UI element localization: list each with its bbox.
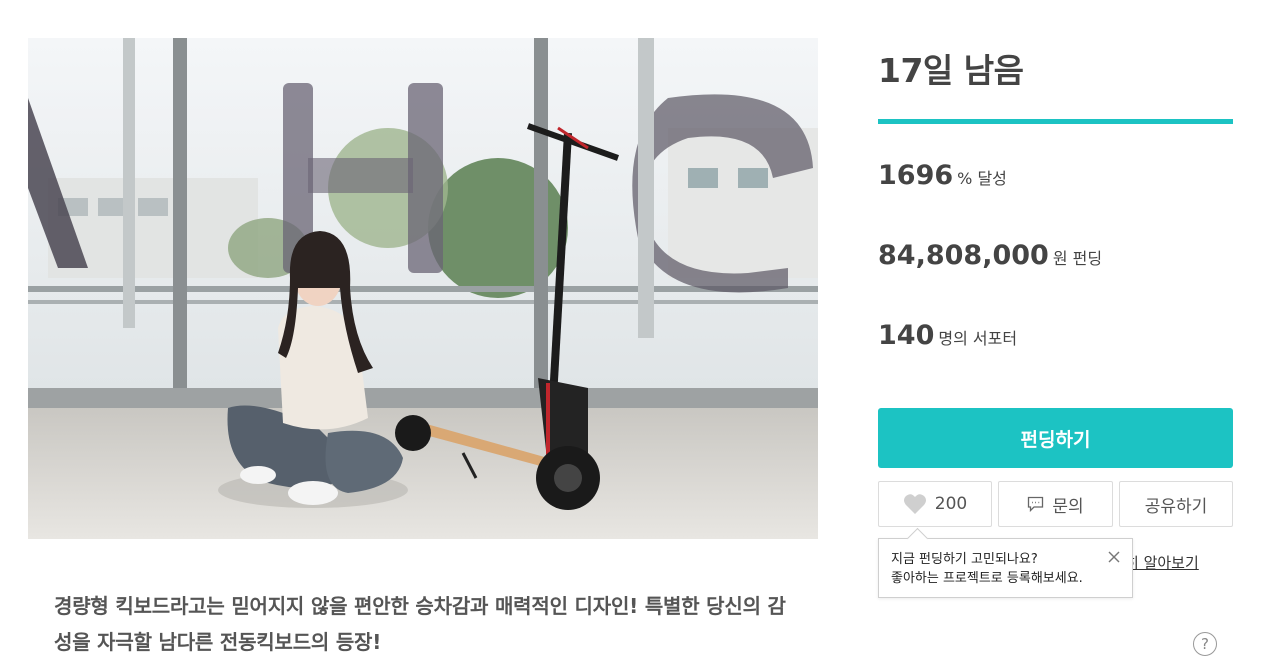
supporter-count-unit: 명의 서포터 <box>938 329 1018 348</box>
inquiry-button[interactable]: 문의 <box>998 481 1113 527</box>
tooltip-line-2: 좋아하는 프로젝트로 등록해보세요. <box>891 571 1083 586</box>
achievement-rate-value: 1696 <box>878 160 954 191</box>
close-icon[interactable] <box>1106 549 1122 565</box>
achievement-rate: 1696% 달성 <box>878 160 1007 191</box>
funding-amount-unit: 원 펀딩 <box>1052 249 1103 268</box>
share-button[interactable]: 공유하기 <box>1119 481 1233 527</box>
heart-icon <box>903 494 926 514</box>
inquiry-label: 문의 <box>1052 496 1084 517</box>
learn-more-link[interactable]: 히 알아보기 <box>1125 552 1199 573</box>
tooltip-line-1: 지금 펀딩하기 고민되나요? <box>891 552 1038 567</box>
fund-button[interactable]: 펀딩하기 <box>878 408 1233 468</box>
kickboard-scene-illustration <box>28 38 818 539</box>
supporter-count-value: 140 <box>878 320 935 351</box>
funding-progress-bar <box>878 119 1233 124</box>
help-icon[interactable]: ? <box>1193 632 1217 656</box>
supporter-count: 140 명의 서포터 <box>878 320 1017 351</box>
like-button[interactable]: 200 <box>878 481 992 527</box>
achievement-rate-unit: % 달성 <box>957 169 1007 188</box>
project-main-image <box>28 38 818 539</box>
wishlist-tooltip: 지금 펀딩하기 고민되나요? 좋아하는 프로젝트로 등록해보세요. <box>878 538 1133 598</box>
like-count: 200 <box>934 494 968 514</box>
chat-bubble-icon <box>1028 496 1044 512</box>
funding-amount: 84,808,000 원 펀딩 <box>878 240 1102 271</box>
funding-amount-value: 84,808,000 <box>878 240 1049 271</box>
funding-progress-fill <box>878 119 1233 124</box>
project-description: 경량형 킥보드라고는 믿어지지 않을 편안한 승차감과 매력적인 디자인! 특별… <box>54 594 786 654</box>
days-remaining: 17일 남음 <box>878 51 1024 90</box>
